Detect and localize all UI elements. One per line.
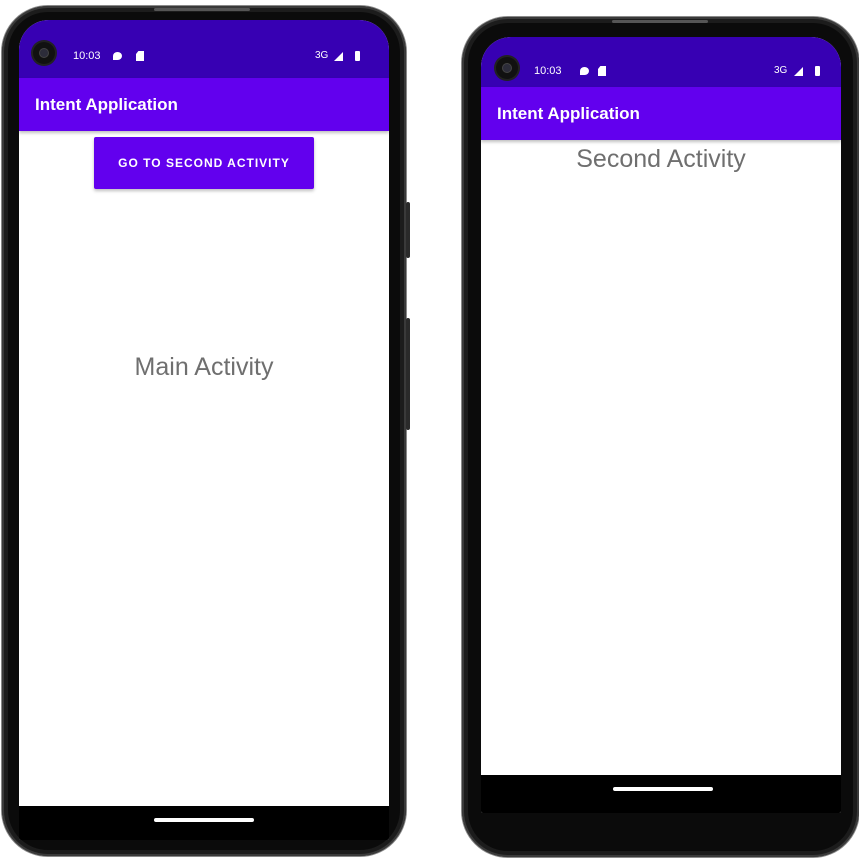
notification-icon	[580, 67, 589, 75]
network-type-label: 3G	[315, 50, 329, 61]
activity-label: Main Activity	[134, 353, 274, 381]
status-bar: 10:03 3G	[481, 37, 841, 87]
side-button-volume	[406, 318, 410, 430]
status-bar: 10:03 3G	[19, 20, 389, 78]
sd-card-icon	[598, 66, 606, 76]
signal-icon	[794, 67, 803, 76]
navigation-bar	[481, 775, 841, 813]
phone-frame-main: 10:03 3G Intent Application GO TO SECOND…	[2, 6, 410, 856]
app-bar-title: Intent Application	[497, 103, 640, 123]
navigation-bar	[19, 806, 389, 840]
screen-second-activity: 10:03 3G Intent Application Second Activ…	[481, 37, 841, 813]
home-gesture-handle[interactable]	[154, 818, 254, 822]
sd-card-icon	[136, 51, 144, 61]
status-time: 10:03	[73, 50, 101, 62]
app-bar: Intent Application	[481, 87, 841, 140]
app-bar: Intent Application	[19, 78, 389, 131]
screen-main-activity: 10:03 3G Intent Application GO TO SECOND…	[19, 20, 389, 840]
app-bar-title: Intent Application	[35, 94, 178, 114]
side-button-power	[406, 202, 410, 258]
status-time: 10:03	[534, 65, 562, 77]
activity-label: Second Activity	[576, 145, 746, 173]
phone-frame-second: 10:03 3G Intent Application Second Activ…	[462, 17, 859, 857]
camera-icon	[496, 57, 518, 79]
canvas: 10:03 3G Intent Application GO TO SECOND…	[0, 0, 859, 859]
go-to-second-activity-button[interactable]: GO TO SECOND ACTIVITY	[94, 137, 314, 189]
home-gesture-handle[interactable]	[613, 787, 713, 791]
notification-icon	[113, 52, 122, 60]
camera-icon	[33, 42, 55, 64]
battery-icon	[815, 66, 820, 76]
earpiece	[154, 8, 250, 11]
battery-icon	[355, 51, 360, 61]
network-type-label: 3G	[774, 65, 788, 76]
signal-icon	[334, 52, 343, 61]
